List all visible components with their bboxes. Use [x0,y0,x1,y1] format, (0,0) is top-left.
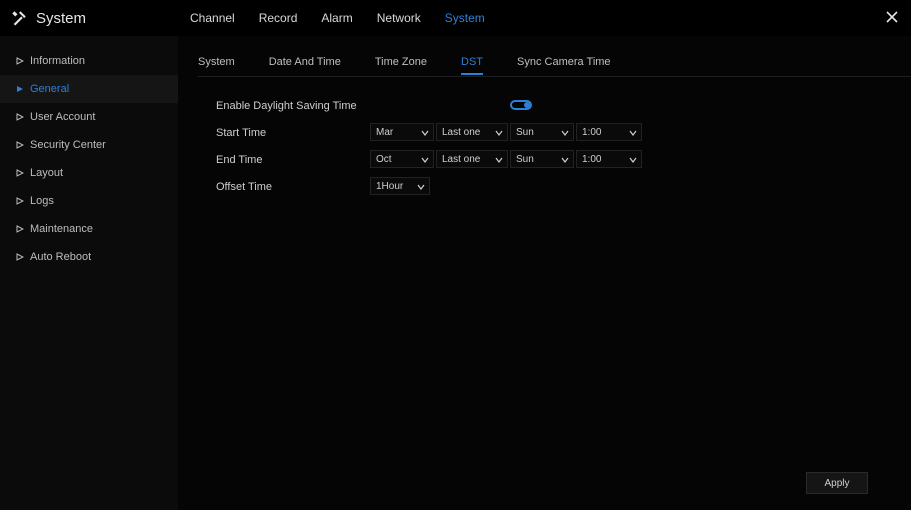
offset-time-row: Offset Time 1Hour [216,173,856,200]
start-day-select[interactable]: Sun [510,123,574,141]
end-month-value: Oct [376,153,392,165]
sidebar-item-security-center[interactable]: Security Center [0,131,178,159]
start-month-value: Mar [376,126,394,138]
tab-system[interactable]: System [445,11,485,25]
chevron-down-icon [421,130,429,136]
top-navigation: Channel Record Alarm Network System [190,0,509,36]
start-week-value: Last one [442,126,481,138]
brand: System [10,9,86,27]
sidebar-item-label: General [30,83,70,95]
sidebar-item-auto-reboot[interactable]: Auto Reboot [0,243,178,271]
close-icon[interactable] [885,10,899,24]
sidebar-item-label: Maintenance [30,223,93,235]
chevron-down-icon [495,130,503,136]
tab-channel[interactable]: Channel [190,11,235,25]
sidebar-item-logs[interactable]: Logs [0,187,178,215]
chevron-down-icon [629,130,637,136]
chevron-down-icon [561,130,569,136]
start-time-label: Start Time [216,126,267,139]
start-hour-select[interactable]: 1:00 [576,123,642,141]
sidebar-item-label: Security Center [30,139,106,151]
sidebar-item-label: Auto Reboot [30,251,92,263]
main-panel: System Date And Time Time Zone DST Sync … [178,36,911,510]
start-hour-value: 1:00 [582,126,602,138]
subtab-sync-camera-time[interactable]: Sync Camera Time [517,56,611,74]
start-time-row: Start Time Mar Last one Sun 1:00 [216,119,856,146]
end-day-select[interactable]: Sun [510,150,574,168]
sidebar-item-user-account[interactable]: User Account [0,103,178,131]
sidebar-item-general[interactable]: General [0,75,178,103]
sidebar-item-label: User Account [30,111,96,123]
start-day-value: Sun [516,126,534,138]
sidebar-item-label: Logs [30,195,54,207]
subtab-dst[interactable]: DST [461,56,484,75]
start-week-select[interactable]: Last one [436,123,508,141]
play-arrow-icon [16,197,24,205]
subtab-date-and-time[interactable]: Date And Time [269,56,341,74]
sub-tabs: System Date And Time Time Zone DST Sync … [198,54,911,77]
offset-time-value: 1Hour [376,180,404,192]
play-arrow-icon [16,141,24,149]
tab-alarm[interactable]: Alarm [321,11,352,25]
end-day-value: Sun [516,153,534,165]
chevron-down-icon [495,157,503,163]
play-arrow-icon [17,86,23,92]
start-month-select[interactable]: Mar [370,123,434,141]
offset-time-label: Offset Time [216,180,273,193]
tab-network[interactable]: Network [377,11,421,25]
sidebar: Information General User Account Securit… [0,36,179,510]
enable-dst-label: Enable Daylight Saving Time [216,99,357,112]
end-month-select[interactable]: Oct [370,150,434,168]
enable-dst-row: Enable Daylight Saving Time [216,92,856,119]
app-title: System [36,9,87,27]
end-hour-select[interactable]: 1:00 [576,150,642,168]
end-hour-value: 1:00 [582,153,602,165]
play-arrow-icon [16,225,24,233]
chevron-down-icon [629,157,637,163]
play-arrow-icon [16,169,24,177]
offset-time-select[interactable]: 1Hour [370,177,430,195]
subtab-system[interactable]: System [198,56,235,74]
chevron-down-icon [561,157,569,163]
sidebar-item-information[interactable]: Information [0,47,178,75]
end-time-label: End Time [216,153,263,166]
play-arrow-icon [16,253,24,261]
enable-dst-toggle[interactable] [510,100,532,110]
chevron-down-icon [417,184,425,190]
play-arrow-icon [16,113,24,121]
top-bar: System Channel Record Alarm Network Syst… [0,0,911,36]
sidebar-item-label: Layout [30,167,64,179]
app-window: System Channel Record Alarm Network Syst… [0,0,911,510]
sidebar-item-label: Information [30,55,86,67]
apply-button[interactable]: Apply [806,472,868,494]
sidebar-item-layout[interactable]: Layout [0,159,178,187]
tools-icon [12,11,26,26]
chevron-down-icon [421,157,429,163]
end-week-value: Last one [442,153,481,165]
sidebar-item-maintenance[interactable]: Maintenance [0,215,178,243]
end-week-select[interactable]: Last one [436,150,508,168]
play-arrow-icon [16,57,24,65]
end-time-row: End Time Oct Last one Sun 1:00 [216,146,856,173]
subtab-time-zone[interactable]: Time Zone [375,56,427,74]
tab-record[interactable]: Record [259,11,298,25]
dst-form: Enable Daylight Saving Time Start Time M… [216,92,856,200]
